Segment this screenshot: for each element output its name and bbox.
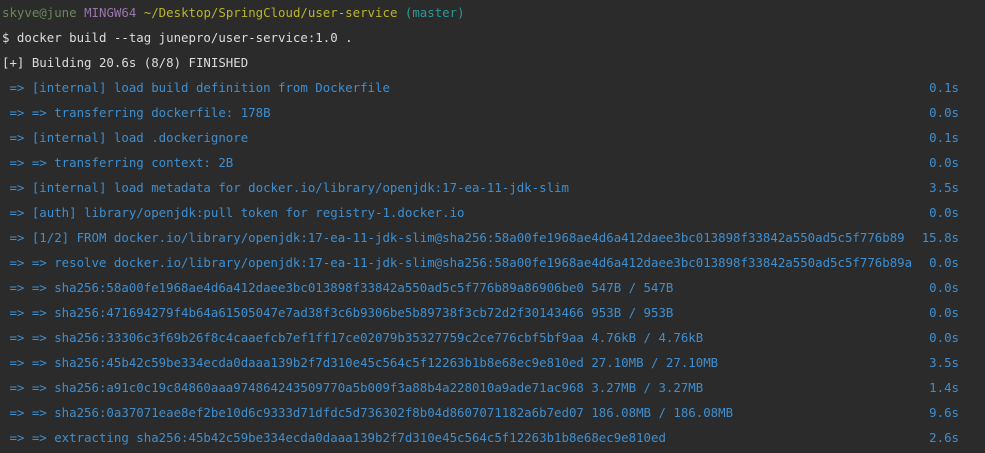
build-step-line: => => sha256:0a37071eae8ef2be10d6c9333d7… (0, 403, 985, 428)
build-step-text: => => transferring context: 2B (2, 155, 234, 170)
build-step-time: 0.0s (929, 305, 959, 320)
prompt-branch: (master) (404, 5, 465, 20)
build-step-line: => => sha256:58a00fe1968ae4d6a412daee3bc… (0, 278, 985, 303)
build-steps: => [internal] load build definition from… (0, 78, 985, 453)
command-line: $ docker build --tag junepro/user-servic… (2, 30, 353, 45)
build-step-line: => [1/2] FROM docker.io/library/openjdk:… (0, 228, 985, 253)
prompt-path: ~/Desktop/SpringCloud/user-service (143, 5, 398, 20)
build-step-text: => [1/2] FROM docker.io/library/openjdk:… (2, 230, 905, 245)
build-step-time: 0.0s (929, 330, 959, 345)
build-step-time: 0.0s (929, 205, 959, 220)
build-step-line: => => sha256:45b42c59be334ecda0daaa139b2… (0, 353, 985, 378)
terminal-window[interactable]: skyve@june MINGW64 ~/Desktop/SpringCloud… (0, 0, 985, 453)
build-step-text: => => sha256:33306c3f69b26f8c4caaefcb7ef… (2, 330, 704, 345)
build-step-text: => [auth] library/openjdk:pull token for… (2, 205, 465, 220)
build-step-line: => => transferring dockerfile: 178B 0.0s (0, 103, 985, 128)
shell-prompt: skyve@june MINGW64 ~/Desktop/SpringCloud… (0, 3, 985, 28)
build-step-line: => => sha256:a91c0c19c84860aaa9748642435… (0, 378, 985, 403)
build-status: [+] Building 20.6s (8/8) FINISHED (2, 55, 249, 70)
build-step-time: 0.0s (929, 105, 959, 120)
build-step-text: => [internal] load metadata for docker.i… (2, 180, 569, 195)
build-step-text: => => sha256:45b42c59be334ecda0daaa139b2… (2, 355, 719, 370)
build-step-time: 15.8s (921, 230, 959, 245)
build-step-time: 0.0s (929, 280, 959, 295)
build-step-line: => [internal] load metadata for docker.i… (0, 178, 985, 203)
build-step-time: 1.4s (929, 380, 959, 395)
build-step-time: 3.5s (929, 355, 959, 370)
build-step-text: => => sha256:0a37071eae8ef2be10d6c9333d7… (2, 405, 734, 420)
build-step-line: => [auth] library/openjdk:pull token for… (0, 203, 985, 228)
build-step-line: => [internal] load build definition from… (0, 78, 985, 103)
build-step-text: => => sha256:471694279f4b64a61505047e7ad… (2, 305, 674, 320)
build-step-line: => => sha256:471694279f4b64a61505047e7ad… (0, 303, 985, 328)
build-step-text: => => transferring dockerfile: 178B (2, 105, 271, 120)
build-step-text: => [internal] load .dockerignore (2, 130, 249, 145)
build-step-line: => [internal] load .dockerignore 0.1s (0, 128, 985, 153)
build-step-line: => => transferring context: 2B 0.0s (0, 153, 985, 178)
build-step-time: 2.6s (929, 430, 959, 445)
build-step-line: => => resolve docker.io/library/openjdk:… (0, 253, 985, 278)
build-step-line: => => extracting sha256:45b42c59be334ecd… (0, 428, 985, 453)
prompt-user-host: skyve@june (2, 5, 77, 20)
build-step-text: => => sha256:a91c0c19c84860aaa9748642435… (2, 380, 704, 395)
build-step-time: 0.1s (929, 130, 959, 145)
build-step-time: 0.0s (929, 255, 959, 270)
build-step-line: => => sha256:33306c3f69b26f8c4caaefcb7ef… (0, 328, 985, 353)
build-step-text: => => extracting sha256:45b42c59be334ecd… (2, 430, 666, 445)
prompt-system: MINGW64 (84, 5, 137, 20)
build-step-time: 9.6s (929, 405, 959, 420)
build-step-time: 3.5s (929, 180, 959, 195)
build-step-time: 0.0s (929, 155, 959, 170)
build-step-text: => => sha256:58a00fe1968ae4d6a412daee3bc… (2, 280, 674, 295)
build-step-text: => => resolve docker.io/library/openjdk:… (2, 255, 913, 270)
build-step-time: 0.1s (929, 80, 959, 95)
build-step-text: => [internal] load build definition from… (2, 80, 390, 95)
